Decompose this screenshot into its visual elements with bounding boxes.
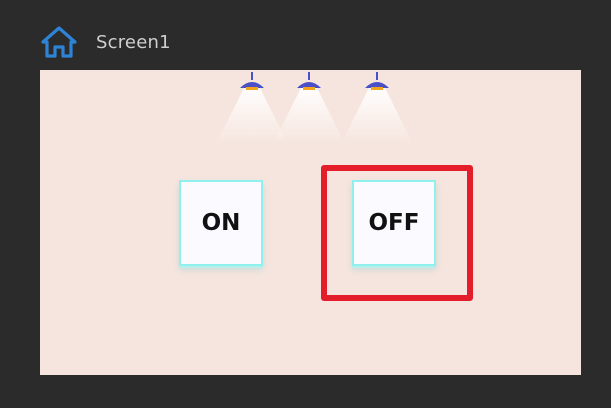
screen-header: Screen1 — [40, 24, 171, 60]
on-button[interactable]: ON — [179, 180, 263, 266]
off-button[interactable]: OFF — [352, 180, 436, 266]
home-icon[interactable] — [40, 25, 78, 59]
screen-title: Screen1 — [96, 31, 171, 53]
ceiling-lamp-3-icon — [337, 70, 417, 150]
canvas-area: ON OFF — [40, 70, 581, 375]
